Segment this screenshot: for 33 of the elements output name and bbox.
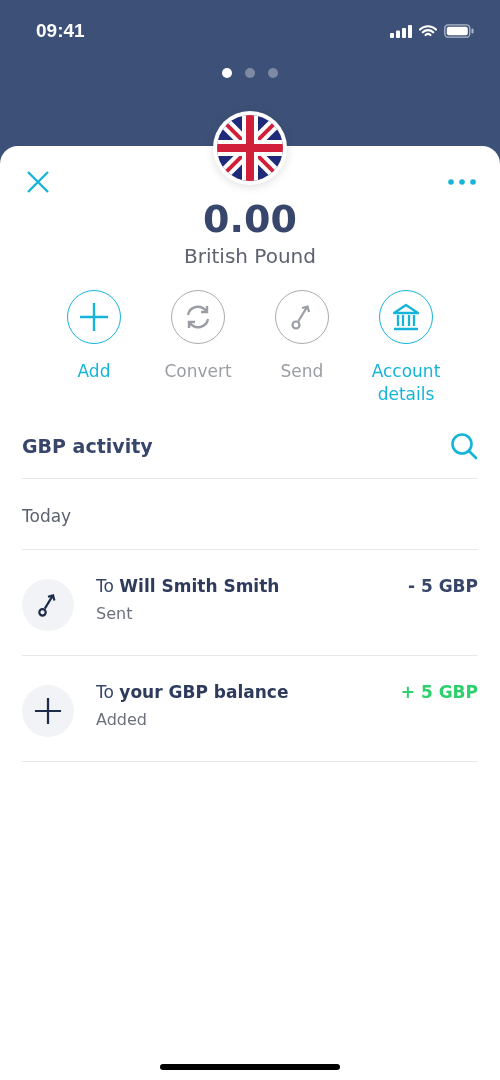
refresh-icon — [184, 303, 212, 331]
page-dot[interactable] — [222, 68, 232, 78]
search-icon[interactable] — [450, 432, 478, 460]
more-icon[interactable] — [448, 179, 476, 185]
transaction-amount: + 5 GBP — [400, 682, 478, 702]
add-button[interactable] — [67, 290, 121, 344]
action-label: Account details — [370, 360, 442, 406]
section-title: GBP activity — [22, 435, 153, 457]
send-icon — [22, 579, 74, 631]
transaction-row[interactable]: To your GBP balance Added + 5 GBP — [22, 656, 478, 762]
battery-icon — [444, 24, 474, 38]
date-header: Today — [22, 506, 72, 526]
close-icon[interactable] — [26, 170, 50, 194]
wifi-icon — [419, 24, 437, 38]
action-label: Send — [279, 360, 325, 383]
bank-button[interactable] — [379, 290, 433, 344]
transaction-status: Sent — [96, 604, 134, 623]
action-label: Convert — [163, 360, 233, 383]
signal-icon — [390, 24, 412, 38]
transaction-amount: - 5 GBP — [407, 576, 478, 596]
transaction-status: Added — [96, 710, 148, 729]
plus-icon — [22, 685, 74, 737]
transaction-title: To Will Smith Smith — [96, 576, 281, 596]
balance-amount: 0.00 — [202, 196, 298, 242]
page-dot[interactable] — [245, 68, 255, 78]
plus-icon — [79, 302, 109, 332]
page-dot[interactable] — [268, 68, 278, 78]
transaction-title: To your GBP balance — [96, 682, 290, 702]
status-time: 09:41 — [36, 20, 85, 42]
currency-name: British Pound — [183, 243, 317, 270]
action-label: Add — [76, 360, 112, 383]
bank-icon — [392, 303, 420, 331]
transaction-row[interactable]: To Will Smith Smith Sent - 5 GBP — [22, 550, 478, 656]
